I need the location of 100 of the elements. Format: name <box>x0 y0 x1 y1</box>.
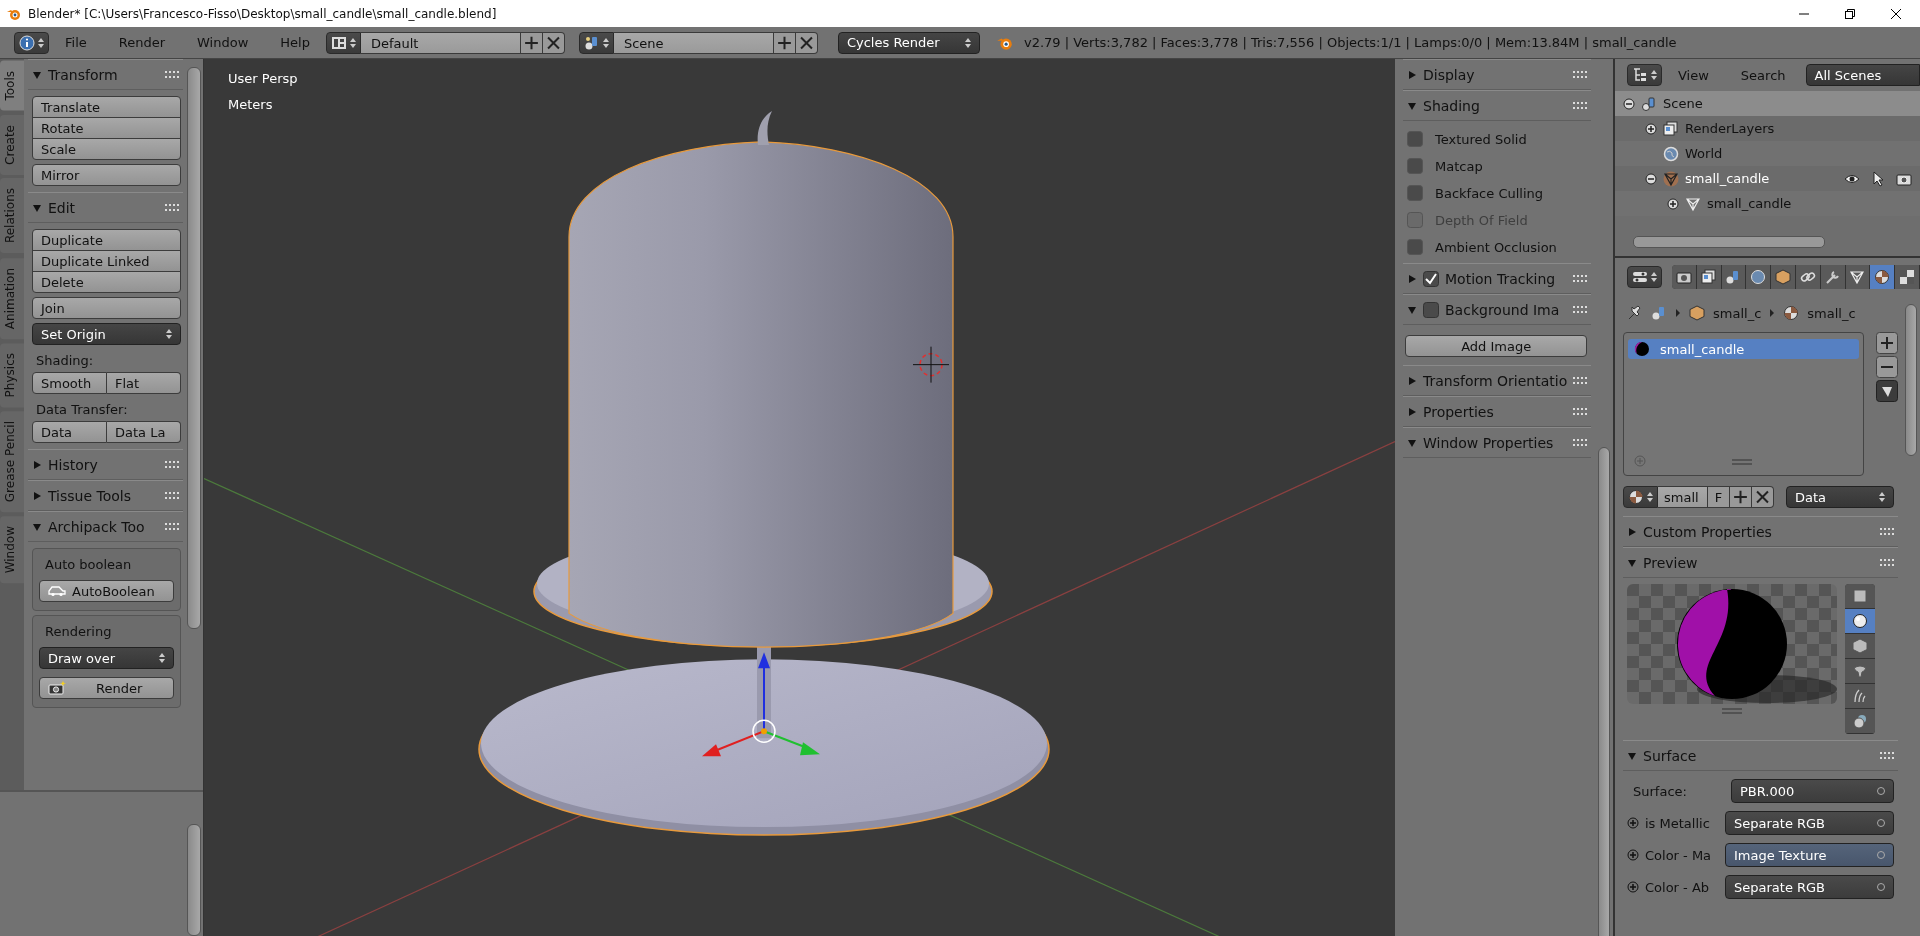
menu-item[interactable]: View <box>1662 67 1725 83</box>
scrollbar-thumb[interactable] <box>1905 304 1917 456</box>
tool-shelf-tab[interactable]: Grease Pencil <box>0 411 24 513</box>
drag-grip-icon[interactable] <box>1880 558 1894 567</box>
editor-type-selector[interactable] <box>1627 266 1662 288</box>
disclosure-triangle-icon[interactable] <box>1407 406 1417 417</box>
menu-item[interactable]: Search <box>1724 67 1802 83</box>
drag-grip-icon[interactable] <box>165 491 179 500</box>
scene-selector[interactable] <box>578 31 614 54</box>
resize-grip-icon[interactable] <box>1722 708 1742 714</box>
input-link-field[interactable]: Separate RGB <box>1725 811 1894 835</box>
tool-button[interactable]: Smooth <box>32 372 107 394</box>
disclosure-triangle-icon[interactable] <box>1407 100 1417 111</box>
add-icon[interactable] <box>773 31 796 54</box>
checkbox[interactable] <box>1407 131 1423 147</box>
tool-button[interactable]: Mirror <box>32 164 181 186</box>
drag-grip-icon[interactable] <box>1573 376 1588 385</box>
disclosure-triangle-icon[interactable] <box>32 459 42 470</box>
drag-grip-icon[interactable] <box>1573 438 1588 447</box>
expand-toggle-icon[interactable] <box>1667 197 1679 210</box>
disclosure-triangle-icon[interactable] <box>1407 375 1417 386</box>
tool-shelf-tab[interactable]: Relations <box>0 178 24 254</box>
add-image-button[interactable]: Add Image <box>1405 335 1588 357</box>
render-button[interactable]: Render <box>39 677 174 699</box>
breadcrumb-item[interactable]: small_c <box>1807 305 1856 321</box>
disclosure-triangle-icon[interactable] <box>1627 750 1637 761</box>
tool-button[interactable]: Duplicate Linked <box>32 250 181 272</box>
menu-item[interactable]: Help <box>264 35 326 50</box>
disclosure-triangle-icon[interactable] <box>1407 437 1417 448</box>
input-link-field[interactable]: Image Texture <box>1725 843 1894 867</box>
drag-grip-icon[interactable] <box>165 70 179 79</box>
properties-tab[interactable] <box>1870 265 1896 289</box>
properties-tab[interactable] <box>1796 265 1821 289</box>
panel-title[interactable]: Edit <box>48 199 159 216</box>
preview-shape-button[interactable] <box>1845 634 1875 659</box>
panel-title[interactable]: Background Ima <box>1445 301 1568 318</box>
tool-button[interactable]: Duplicate <box>32 229 181 251</box>
draw-mode-dropdown[interactable]: Draw over <box>39 647 174 669</box>
display-mode-dropdown[interactable]: All Scenes <box>1805 64 1920 86</box>
preview-shape-button[interactable] <box>1845 584 1875 609</box>
disclosure-triangle-icon[interactable] <box>1407 69 1417 80</box>
outliner-row[interactable]: Scene <box>1615 91 1920 116</box>
checkbox[interactable] <box>1423 301 1439 318</box>
properties-tab[interactable] <box>1696 265 1722 289</box>
disclosure-triangle-icon[interactable] <box>32 69 42 80</box>
disclosure-triangle-icon[interactable] <box>1407 273 1417 284</box>
disclosure-triangle-icon[interactable] <box>32 490 42 501</box>
close-icon[interactable] <box>795 31 818 54</box>
tool-shelf-tab[interactable]: Window <box>0 516 24 584</box>
resize-grip-icon[interactable] <box>1731 459 1752 465</box>
auto-boolean-button[interactable]: AutoBoolean <box>39 580 174 602</box>
expand-toggle-icon[interactable] <box>1627 817 1639 829</box>
disclosure-triangle-icon[interactable] <box>1407 304 1417 315</box>
set-origin-dropdown[interactable]: Set Origin <box>32 323 181 345</box>
tool-button[interactable]: Join <box>32 297 181 319</box>
drag-grip-icon[interactable] <box>1573 70 1588 79</box>
drag-grip-icon[interactable] <box>1573 407 1588 416</box>
checkbox[interactable] <box>1407 158 1423 174</box>
panel-title[interactable]: Archipack Too <box>48 518 159 535</box>
drag-grip-icon[interactable] <box>1880 527 1894 536</box>
editor-type-selector[interactable] <box>1627 64 1662 86</box>
preview-shape-button[interactable] <box>1845 709 1875 734</box>
menu-item[interactable]: File <box>49 35 103 50</box>
properties-tab[interactable] <box>1721 265 1747 289</box>
tool-button[interactable]: Flat <box>107 372 181 394</box>
expand-toggle-icon[interactable] <box>1627 849 1639 861</box>
tool-button[interactable]: Delete <box>32 271 181 293</box>
fake-user-toggle[interactable]: F <box>1708 486 1730 508</box>
preview-shape-button[interactable] <box>1845 684 1875 709</box>
material-browse-selector[interactable] <box>1623 486 1658 508</box>
layout-selector[interactable] <box>325 31 361 54</box>
input-link-field[interactable]: Separate RGB <box>1725 875 1894 899</box>
drag-grip-icon[interactable] <box>165 203 179 212</box>
panel-title[interactable]: Motion Tracking <box>1445 270 1568 287</box>
expand-toggle-icon[interactable] <box>1623 97 1635 110</box>
expand-toggle-icon[interactable] <box>1627 881 1639 893</box>
tool-button[interactable]: Scale <box>32 138 181 160</box>
panel-title[interactable]: Properties <box>1423 403 1568 420</box>
scrollbar-thumb[interactable] <box>187 67 201 629</box>
close-icon[interactable] <box>542 31 565 54</box>
preview-shape-button[interactable] <box>1845 659 1875 684</box>
breadcrumb-item[interactable]: small_c <box>1713 305 1762 321</box>
properties-tab[interactable] <box>1746 265 1772 289</box>
layout-name-field[interactable]: Default <box>360 31 521 54</box>
tool-shelf-tab[interactable]: Create <box>0 114 24 175</box>
drag-grip-icon[interactable] <box>1573 101 1588 110</box>
preview-shape-button[interactable] <box>1845 609 1875 634</box>
tool-button[interactable]: Rotate <box>32 117 181 139</box>
drag-grip-icon[interactable] <box>165 460 179 469</box>
panel-title[interactable]: Tissue Tools <box>48 487 159 504</box>
add-icon[interactable] <box>1730 486 1752 508</box>
disclosure-triangle-icon[interactable] <box>1627 526 1637 537</box>
tool-button[interactable]: Data <box>32 421 107 443</box>
panel-title[interactable]: Transform <box>48 66 159 83</box>
panel-title[interactable]: Window Properties <box>1423 434 1568 451</box>
add-icon[interactable] <box>1876 332 1898 354</box>
properties-tab[interactable] <box>1845 265 1871 289</box>
drag-grip-icon[interactable] <box>1573 305 1588 314</box>
properties-tab[interactable] <box>1771 265 1796 289</box>
disclosure-triangle-icon[interactable] <box>32 202 42 213</box>
